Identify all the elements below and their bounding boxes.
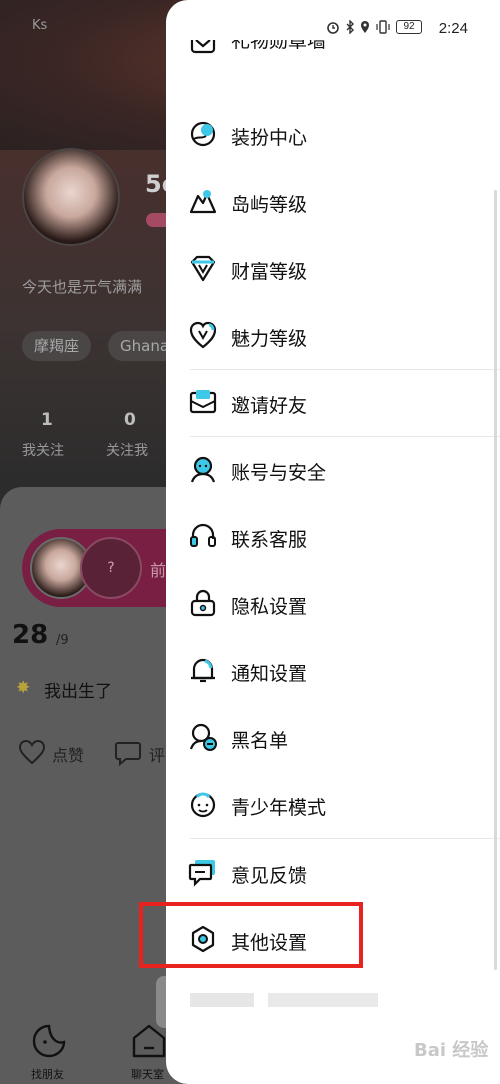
following-label[interactable]: 我关注	[22, 440, 64, 460]
charm-level-icon	[189, 321, 217, 349]
headset-icon	[190, 523, 216, 547]
menu-item-invite-friends[interactable]: 邀请好友	[166, 373, 500, 433]
menu-item-label: 意见反馈	[231, 865, 308, 887]
menu-item-gift-wall[interactable]: 礼物勋章墙	[166, 40, 500, 80]
menu-item-label: 礼物勋章墙	[231, 40, 327, 52]
wealth-level-icon	[190, 255, 216, 282]
menu-item-dress-up[interactable]: 装扮中心	[166, 105, 500, 165]
lock-icon	[190, 589, 216, 617]
status-icons: 92	[326, 20, 422, 34]
location-icon	[361, 21, 369, 33]
menu-item-privacy[interactable]: 隐私设置	[166, 574, 500, 634]
comment-icon[interactable]	[114, 740, 142, 766]
nav-find-friends-label[interactable]: 找朋友	[31, 1066, 64, 1082]
menu-item-label: 装扮中心	[231, 127, 308, 149]
scrollbar[interactable]	[494, 190, 497, 970]
status-bar-left: Ks	[32, 18, 47, 33]
following-count: 1	[41, 410, 53, 430]
status-time: 2:24	[438, 20, 468, 37]
profile-avatar[interactable]	[22, 148, 120, 246]
profile-signature: 今天也是元气满满	[22, 278, 143, 296]
menu-item-account-security[interactable]: 账号与安全	[166, 440, 500, 500]
menu-item-label: 岛屿等级	[231, 194, 308, 216]
menu-item-label: 联系客服	[231, 529, 308, 551]
bluetooth-icon	[346, 20, 354, 34]
menu-item-label: 账号与安全	[231, 462, 327, 484]
menu-item-customer-service[interactable]: 联系客服	[166, 507, 500, 567]
like-label[interactable]: 点赞	[52, 742, 84, 766]
menu-item-charm-level[interactable]: 魅力等级	[166, 306, 500, 366]
menu-item-feedback[interactable]: 意见反馈	[166, 843, 500, 903]
menu-item-island-level[interactable]: 岛屿等级	[166, 172, 500, 232]
menu-item-label: 隐私设置	[231, 596, 308, 618]
menu-item-notifications[interactable]: 通知设置	[166, 641, 500, 701]
vibrate-icon	[376, 20, 390, 34]
menu-item-teen-mode[interactable]: 青少年模式	[166, 775, 500, 835]
menu-item-label: 黑名单	[231, 730, 289, 752]
comment-label[interactable]: 评	[149, 742, 165, 766]
gift-wall-icon	[190, 40, 216, 54]
menu-item-label: 财富等级	[231, 261, 308, 283]
menu-item-label: 青少年模式	[231, 797, 327, 819]
blurred-version-text	[268, 993, 378, 1007]
blacklist-icon	[189, 723, 217, 751]
teen-mode-icon	[190, 792, 216, 818]
watermark: Bai 经验	[414, 1040, 489, 1061]
dress-up-icon	[190, 121, 216, 147]
heart-icon[interactable]	[18, 739, 46, 765]
pill-unknown-avatar: ?	[80, 537, 142, 599]
battery-indicator: 92	[396, 20, 422, 34]
menu-divider	[190, 436, 500, 437]
island-level-icon	[189, 190, 217, 214]
blurred-version-text	[190, 993, 254, 1007]
highlight-box	[139, 902, 363, 968]
menu-item-blacklist[interactable]: 黑名单	[166, 708, 500, 768]
day-number: 28	[12, 620, 49, 650]
menu-item-label: 魅力等级	[231, 328, 308, 350]
invite-friends-icon	[189, 390, 217, 414]
menu-divider	[190, 369, 500, 370]
menu-item-label: 邀请好友	[231, 395, 308, 417]
profile-tag-zodiac: 摩羯座	[22, 331, 92, 361]
menu-item-wealth-level[interactable]: 财富等级	[166, 239, 500, 299]
menu-item-label: 通知设置	[231, 663, 308, 685]
followers-label[interactable]: 关注我	[106, 440, 148, 460]
post-text: 我出生了	[44, 682, 112, 702]
menu-divider	[190, 838, 500, 839]
sun-icon: ✸	[16, 678, 31, 698]
find-friends-icon[interactable]	[30, 1022, 68, 1060]
status-bar: 92 2:24	[166, 16, 500, 40]
network-label: Ks	[32, 18, 48, 33]
nav-chat-room-label[interactable]: 聊天室	[131, 1066, 164, 1082]
alarm-icon	[327, 22, 339, 34]
day-total: /9	[56, 633, 69, 648]
pill-text: 前	[150, 561, 167, 580]
bell-icon	[191, 658, 215, 683]
account-security-icon	[190, 456, 216, 483]
followers-count: 0	[124, 410, 136, 430]
feedback-icon	[188, 860, 215, 887]
